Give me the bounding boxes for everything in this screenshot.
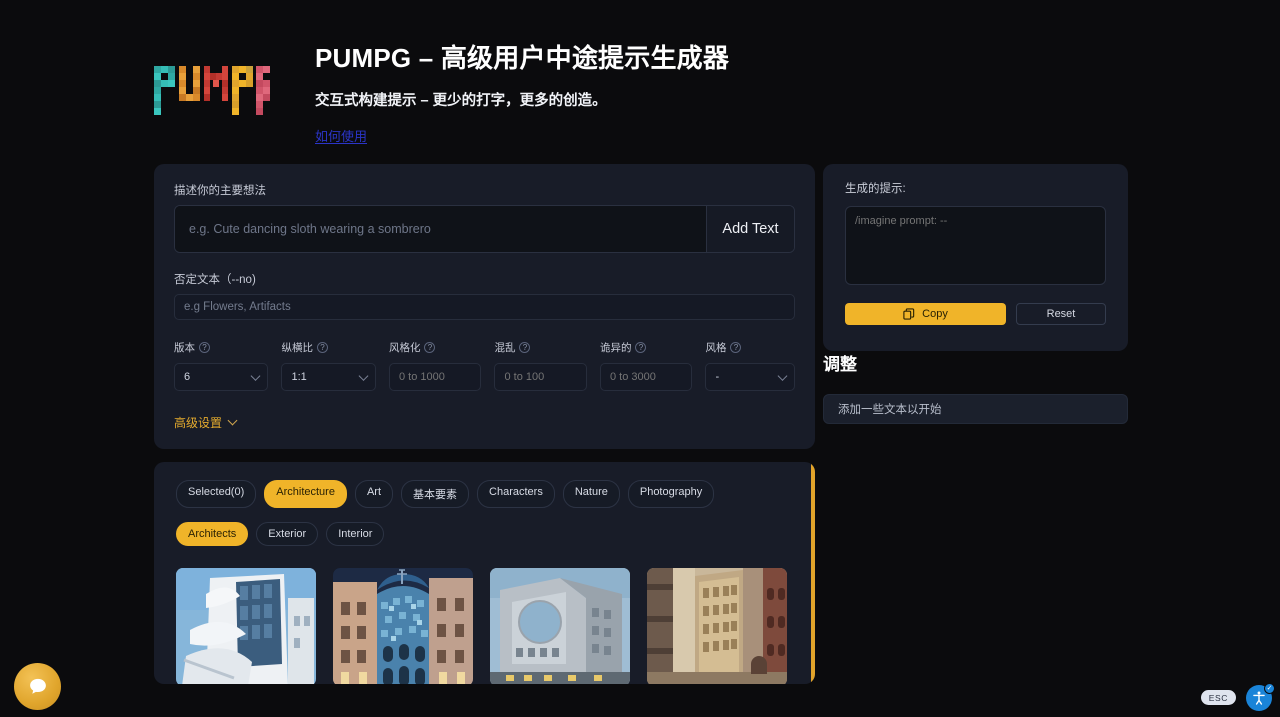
help-icon[interactable]: ? [424, 341, 436, 353]
param-aspect-ratio-label: 纵横比 ? [281, 340, 375, 355]
page-header: PUMPG – 高级用户中途提示生成器 交互式构建提示 – 更少的打字，更多的创… [0, 0, 1280, 146]
negative-text-label: 否定文本（--no) [174, 273, 256, 286]
accessibility-icon [1253, 691, 1265, 705]
param-aspect-ratio-text: 纵横比 [281, 341, 313, 354]
parameters-row: 版本 ? 6 纵横比 ? 1:1 风格化 ? 0 to 1000 混乱 ? 0 … [174, 340, 795, 391]
advanced-settings-toggle[interactable]: 高级设置 [174, 414, 238, 431]
generated-prompt-label: 生成的提示: [845, 182, 906, 195]
subtab-interior[interactable]: Interior [326, 521, 385, 546]
chat-bubble-icon [29, 678, 46, 694]
thumbnail-historic-stone-highrise-painting[interactable] [647, 567, 787, 684]
help-icon[interactable]: ? [730, 341, 742, 353]
output-actions: Copy Reset [845, 302, 1106, 325]
tab-photography[interactable]: Photography [627, 479, 715, 508]
tab-basic[interactable]: 基本要素 [401, 479, 470, 508]
tab-nature[interactable]: Nature [562, 479, 620, 508]
tab-architecture[interactable]: Architecture [264, 479, 347, 508]
thumbnail-concrete-circular-void-building[interactable] [490, 567, 630, 684]
negative-text-input[interactable] [174, 293, 795, 320]
aspect-ratio-select-value: 1:1 [291, 370, 307, 383]
gallery-panel: Selected(0) Architecture Art 基本要素 Charac… [154, 461, 815, 684]
subtab-architects[interactable]: Architects [176, 521, 249, 546]
page-tagline: 交互式构建提示 – 更少的打字，更多的创造。 [315, 92, 607, 109]
subtab-exterior[interactable]: Exterior [256, 521, 319, 546]
main-idea-row: Add Text [174, 204, 795, 253]
param-aspect-ratio: 纵横比 ? 1:1 [281, 340, 376, 391]
copy-icon [903, 307, 915, 320]
copy-button[interactable]: Copy [845, 302, 1006, 325]
chat-widget-button[interactable] [14, 663, 61, 710]
generated-prompt-panel: 生成的提示: Copy Reset [823, 163, 1128, 351]
tab-selected[interactable]: Selected(0) [176, 479, 257, 508]
header-text-block: PUMPG – 高级用户中途提示生成器 交互式构建提示 – 更少的打字，更多的创… [315, 30, 729, 146]
help-icon[interactable]: ? [316, 341, 328, 353]
adjust-empty-hint: 添加一些文本以开始 [838, 403, 942, 416]
thumbnail-grid [176, 567, 793, 684]
subcategory-tab-row: Architects Exterior Interior [176, 521, 793, 546]
gallery-accent-bar [811, 461, 815, 684]
param-stylize: 风格化 ? [388, 340, 482, 391]
param-version: 版本 ? 6 [174, 340, 269, 391]
param-style-label: 风格 ? [705, 340, 795, 355]
tab-art[interactable]: Art [354, 479, 394, 508]
thumbnail-casa-batllo-mosaic-facade[interactable] [333, 567, 473, 684]
chevron-down-icon [227, 415, 238, 425]
version-select-value: 6 [184, 370, 191, 383]
esc-badge[interactable]: ESC [1200, 690, 1236, 705]
chaos-input[interactable] [494, 362, 587, 391]
weird-input[interactable] [599, 362, 693, 391]
chevron-down-icon [358, 370, 369, 381]
main-idea-input[interactable] [175, 205, 706, 252]
prompt-form-panel: 描述你的主要想法 Add Text 否定文本（--no) 版本 ? 6 纵横比 [154, 163, 815, 449]
param-style-text: 风格 [705, 341, 727, 354]
chevron-down-icon [251, 370, 261, 381]
copy-button-label: Copy [922, 307, 948, 320]
chevron-down-icon [777, 370, 788, 381]
param-chaos: 混乱 ? [494, 340, 587, 391]
aspect-ratio-select[interactable]: 1:1 [281, 362, 376, 391]
adjust-section-title: 调整 [823, 354, 857, 374]
help-icon[interactable]: ? [519, 341, 531, 353]
thumbnail-curved-white-modern-building[interactable] [176, 567, 316, 684]
version-select[interactable]: 6 [174, 362, 269, 391]
param-version-label: 版本 ? [174, 340, 268, 355]
verified-check-icon: ✓ [1264, 683, 1275, 694]
style-select-value: - [715, 370, 720, 383]
advanced-settings-label: 高级设置 [174, 415, 223, 430]
how-to-use-link[interactable]: 如何使用 [315, 126, 367, 145]
param-weird: 诡异的 ? [599, 340, 693, 391]
help-icon[interactable]: ? [635, 341, 647, 353]
param-weird-text: 诡异的 [599, 341, 632, 354]
generated-prompt-textarea[interactable] [845, 205, 1106, 285]
param-version-text: 版本 [174, 341, 195, 354]
reset-button[interactable]: Reset [1016, 302, 1106, 325]
pumpg-logo [150, 52, 275, 130]
param-style: 风格 ? - [705, 340, 795, 391]
param-stylize-text: 风格化 [388, 341, 421, 354]
page-title: PUMPG – 高级用户中途提示生成器 [315, 43, 730, 73]
style-select[interactable]: - [705, 362, 795, 391]
param-stylize-label: 风格化 ? [389, 340, 482, 355]
help-icon[interactable]: ? [199, 341, 210, 353]
main-idea-label: 描述你的主要想法 [174, 184, 266, 197]
param-chaos-label: 混乱 ? [494, 340, 587, 355]
category-tab-row: Selected(0) Architecture Art 基本要素 Charac… [176, 479, 793, 508]
stylize-input[interactable] [388, 362, 482, 391]
accessibility-widget-button[interactable]: ✓ [1246, 683, 1275, 711]
param-chaos-text: 混乱 [494, 341, 516, 354]
tab-characters[interactable]: Characters [477, 479, 555, 508]
param-weird-label: 诡异的 ? [600, 340, 693, 355]
add-text-button[interactable]: Add Text [706, 205, 794, 252]
adjust-panel: 添加一些文本以开始 [823, 393, 1128, 424]
